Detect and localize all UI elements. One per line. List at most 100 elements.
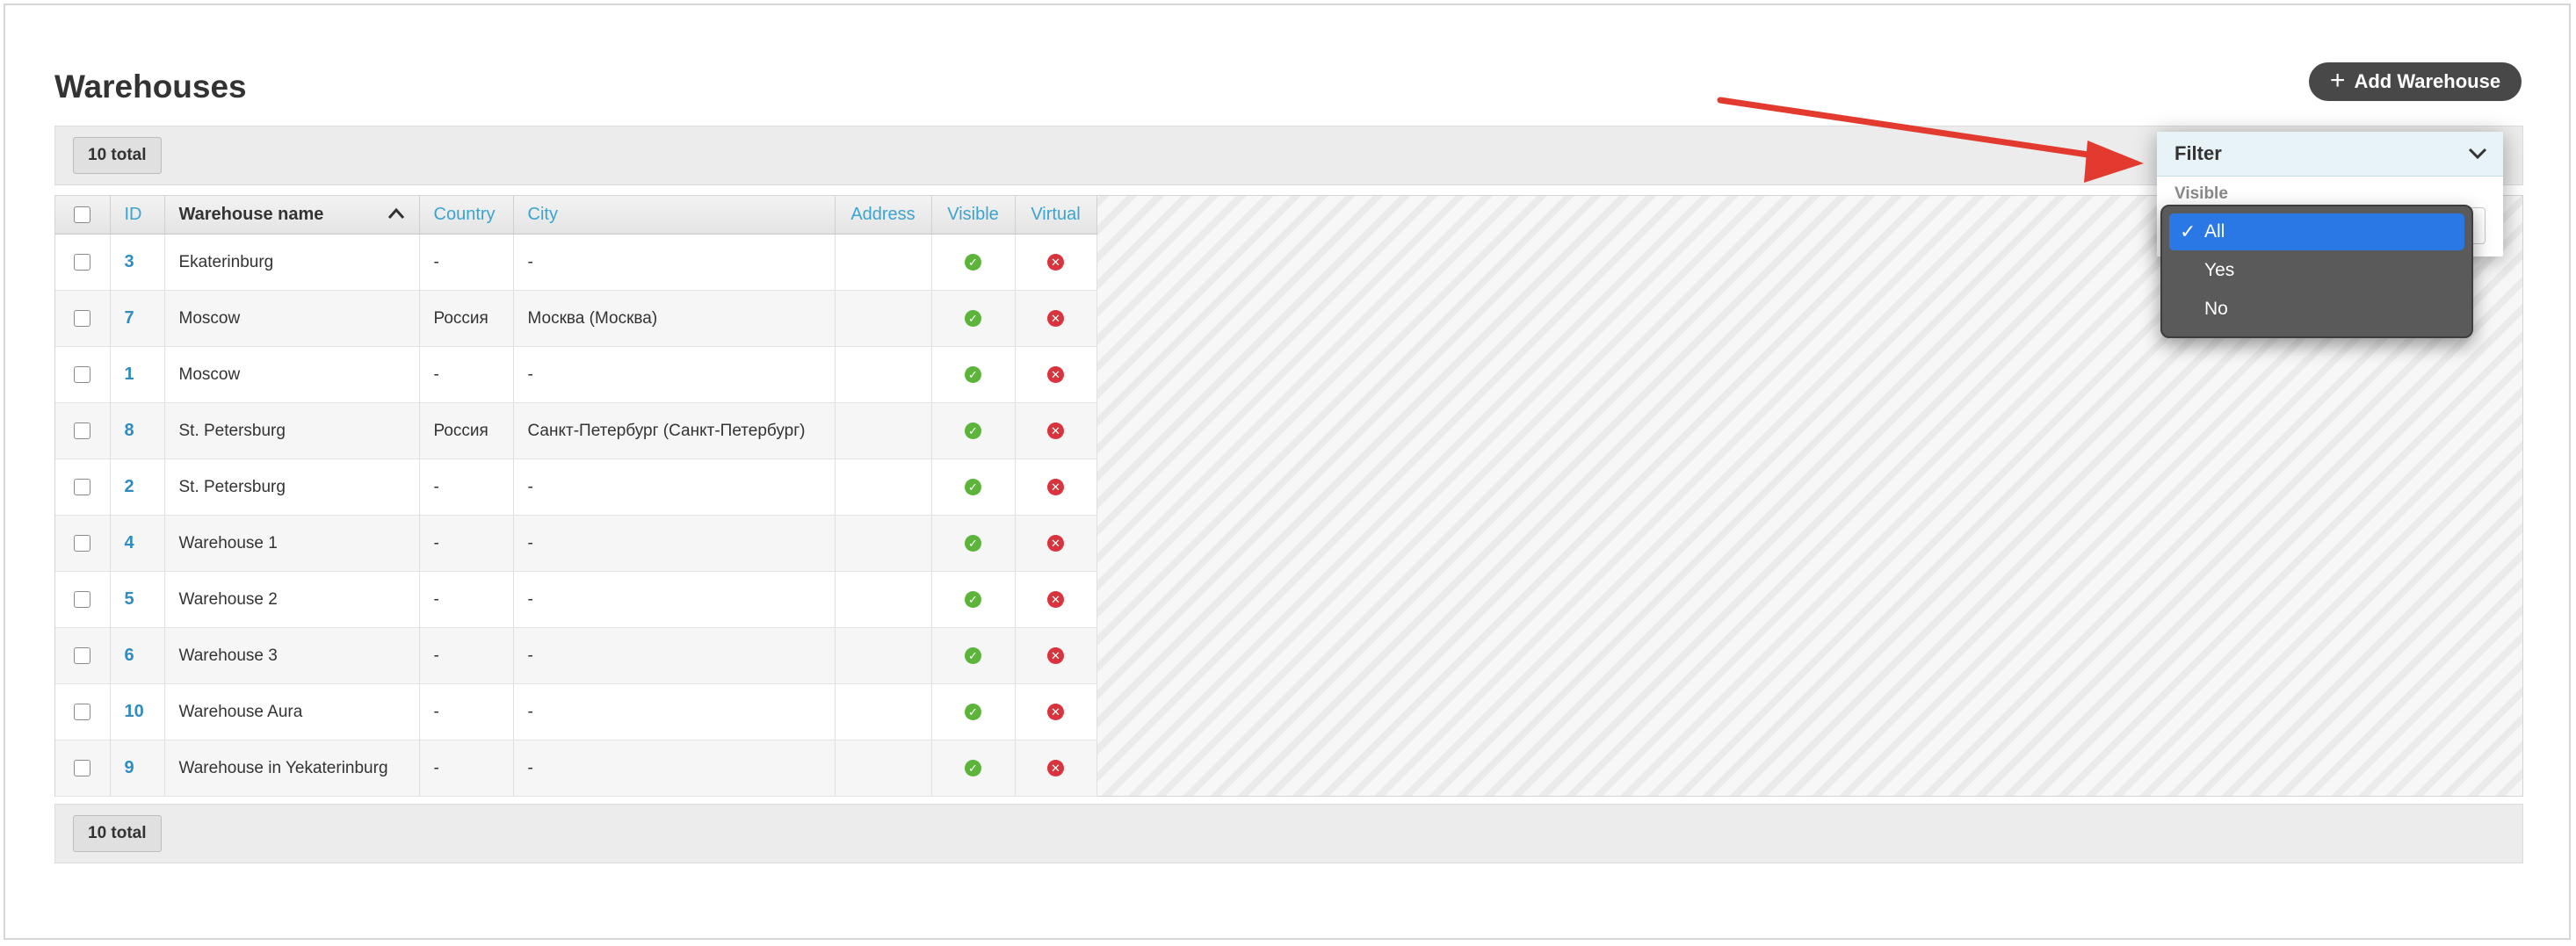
row-name: St. Petersburg: [164, 459, 420, 516]
row-checkbox[interactable]: [74, 365, 91, 383]
row-select-cell: [55, 346, 111, 403]
row-country: -: [419, 234, 514, 291]
row-id-link[interactable]: 5: [110, 571, 165, 628]
row-checkbox[interactable]: [74, 253, 91, 271]
row-checkbox[interactable]: [74, 534, 91, 552]
chevron-down-icon[interactable]: [2468, 148, 2487, 160]
table-row[interactable]: 3 Ekaterinburg - - ✓ ✕: [55, 234, 1097, 291]
row-name: Warehouse Aura: [164, 683, 420, 740]
row-address: [835, 683, 932, 740]
option-yes-label: Yes: [2204, 260, 2235, 280]
row-address: [835, 627, 932, 684]
row-country: -: [419, 346, 514, 403]
row-select-cell: [55, 234, 111, 291]
table-row[interactable]: 8 St. Petersburg Россия Санкт-Петербург (Са…: [55, 402, 1097, 459]
row-visible: ✓: [931, 234, 1016, 291]
row-checkbox[interactable]: [74, 590, 91, 608]
row-name: Warehouse 2: [164, 571, 420, 628]
row-country: Россия: [419, 290, 514, 347]
row-name: Moscow: [164, 290, 420, 347]
row-checkbox[interactable]: [74, 478, 91, 495]
row-id-link[interactable]: 9: [110, 740, 165, 797]
row-select-cell: [55, 515, 111, 572]
table-row[interactable]: 6 Warehouse 3- - ✓ ✕: [55, 627, 1097, 684]
row-city: -: [513, 683, 836, 740]
row-visible: ✓: [931, 402, 1016, 459]
column-header-id[interactable]: ID: [110, 196, 165, 235]
column-header-address[interactable]: Address: [835, 196, 932, 235]
x-circle-icon: ✕: [1047, 703, 1064, 720]
option-no[interactable]: No: [2169, 291, 2464, 328]
row-id-link[interactable]: 2: [110, 459, 165, 516]
row-address: [835, 740, 932, 797]
add-warehouse-label: Add Warehouse: [2354, 70, 2501, 92]
row-visible: ✓: [931, 683, 1016, 740]
row-virtual: ✕: [1015, 459, 1097, 516]
row-name: Moscow: [164, 346, 420, 403]
column-header-virtual[interactable]: Virtual: [1015, 196, 1097, 235]
total-count-badge: 10 total: [73, 137, 162, 174]
row-virtual: ✕: [1015, 234, 1097, 291]
table-row[interactable]: 2 St. Petersburg - - ✓ ✕: [55, 459, 1097, 516]
row-city: Санкт-Петербург (Санкт-Петербург): [513, 402, 836, 459]
row-virtual: ✕: [1015, 683, 1097, 740]
row-checkbox[interactable]: [74, 422, 91, 439]
row-checkbox[interactable]: [74, 309, 91, 327]
column-header-name[interactable]: Warehouse name: [164, 196, 420, 235]
option-all[interactable]: ✓ All: [2169, 213, 2464, 250]
row-name: Ekaterinburg: [164, 234, 420, 291]
row-checkbox[interactable]: [74, 703, 91, 720]
table-row[interactable]: 10 Warehouse Aura - - ✓ ✕: [55, 683, 1097, 740]
filter-title: Filter: [2174, 142, 2222, 164]
table-row[interactable]: 9 Warehouse in Yekaterinburg - - ✓ ✕: [55, 740, 1097, 797]
row-id-link[interactable]: 1: [110, 346, 165, 403]
row-country: Россия: [419, 402, 514, 459]
table-row[interactable]: 1 Moscow - - ✓ ✕: [55, 346, 1097, 403]
checkmark-icon: ✓: [2180, 220, 2196, 242]
row-city: -: [513, 459, 836, 516]
table-row[interactable]: 7 Moscow Россия Москва (Москва) ✓ ✕: [55, 290, 1097, 347]
row-checkbox[interactable]: [74, 646, 91, 664]
select-all-checkbox[interactable]: [74, 206, 91, 224]
row-virtual: ✕: [1015, 346, 1097, 403]
option-yes[interactable]: Yes: [2169, 252, 2464, 289]
visible-options-dropdown: ✓ All Yes No: [2160, 205, 2473, 338]
row-address: [835, 571, 932, 628]
row-id-link[interactable]: 3: [110, 234, 165, 291]
row-visible: ✓: [931, 459, 1016, 516]
column-header-city[interactable]: City: [513, 196, 836, 235]
filter-header[interactable]: Filter: [2157, 132, 2503, 177]
table-row[interactable]: 5 Warehouse 2- - ✓ ✕: [55, 571, 1097, 628]
row-id-link[interactable]: 7: [110, 290, 165, 347]
row-address: [835, 459, 932, 516]
row-name: Warehouse 1: [164, 515, 420, 572]
table-row[interactable]: 4 Warehouse 1- - ✓ ✕: [55, 515, 1097, 572]
row-virtual: ✕: [1015, 571, 1097, 628]
row-select-cell: [55, 683, 111, 740]
row-id-link[interactable]: 6: [110, 627, 165, 684]
row-checkbox[interactable]: [74, 759, 91, 776]
row-id-link[interactable]: 10: [110, 683, 165, 740]
row-id-link[interactable]: 8: [110, 402, 165, 459]
row-id-link[interactable]: 4: [110, 515, 165, 572]
grid-area: ID Warehouse name Country City Address V…: [54, 195, 2523, 797]
x-circle-icon: ✕: [1047, 309, 1064, 327]
row-country: -: [419, 571, 514, 628]
option-all-label: All: [2204, 221, 2225, 242]
row-visible: ✓: [931, 515, 1016, 572]
toolbar-top: 10 total: [54, 126, 2523, 185]
x-circle-icon: ✕: [1047, 646, 1064, 664]
row-name: Warehouse in Yekaterinburg: [164, 740, 420, 797]
warehouses-table: ID Warehouse name Country City Address V…: [55, 196, 1097, 797]
row-city: -: [513, 346, 836, 403]
column-header-country[interactable]: Country: [419, 196, 514, 235]
row-select-cell: [55, 290, 111, 347]
column-header-visible[interactable]: Visible: [931, 196, 1016, 235]
toolbar-bottom: 10 total: [54, 804, 2523, 863]
plus-icon: +: [2329, 65, 2346, 95]
check-circle-icon: ✓: [965, 534, 981, 552]
column-header-name-label: Warehouse name: [178, 205, 324, 224]
add-warehouse-button[interactable]: + Add Warehouse: [2309, 62, 2522, 101]
x-circle-icon: ✕: [1047, 253, 1064, 271]
row-virtual: ✕: [1015, 740, 1097, 797]
